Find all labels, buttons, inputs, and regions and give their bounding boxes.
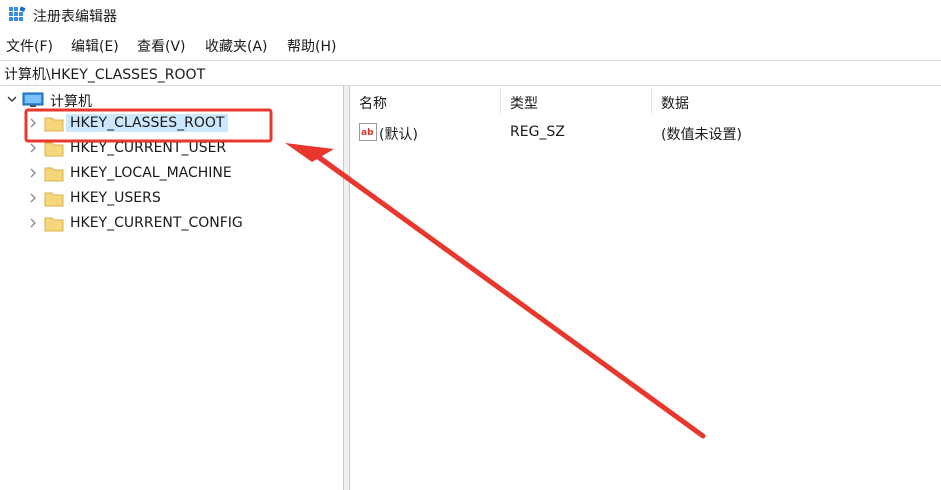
window-title: 注册表编辑器 <box>33 9 117 25</box>
tree-root-label: 计算机 <box>50 94 92 110</box>
menu-bar: 文件(F) 编辑(E) 查看(V) 收藏夹(A) 帮助(H) <box>0 32 941 58</box>
column-header-name[interactable]: 名称 <box>350 86 500 116</box>
folder-icon <box>44 217 64 232</box>
folder-icon <box>44 117 64 132</box>
pane-splitter[interactable] <box>343 86 350 490</box>
tree-pane: 计算机 HKEY_CLASSES_ROOT HKEY_CURRENT_USER … <box>0 86 343 490</box>
tree-item-label: HKEY_LOCAL_MACHINE <box>70 165 232 181</box>
registry-editor-icon <box>9 6 26 21</box>
tree-root[interactable]: 计算机 <box>0 89 340 111</box>
string-value-icon: ab <box>359 123 377 141</box>
value-name: (默认) <box>379 127 418 143</box>
chevron-right-icon[interactable] <box>27 167 39 179</box>
tree-item-hkey-current-user[interactable]: HKEY_CURRENT_USER <box>0 138 340 160</box>
folder-icon <box>44 192 64 207</box>
tree-item-label: HKEY_CURRENT_CONFIG <box>70 215 243 231</box>
address-path[interactable]: 计算机\HKEY_CLASSES_ROOT <box>4 64 205 84</box>
chevron-right-icon[interactable] <box>27 217 39 229</box>
chevron-right-icon[interactable] <box>27 142 39 154</box>
title-bar: 注册表编辑器 <box>0 0 941 30</box>
value-list: 名称 类型 数据 ab (默认) REG_SZ (数值未设置) <box>350 86 941 490</box>
column-header-data[interactable]: 数据 <box>652 86 941 116</box>
chevron-down-icon[interactable] <box>6 93 18 105</box>
tree-item-hkey-local-machine[interactable]: HKEY_LOCAL_MACHINE <box>0 163 340 185</box>
column-header-type[interactable]: 类型 <box>501 86 651 116</box>
menu-file[interactable]: 文件(F) <box>6 36 53 56</box>
computer-icon <box>22 92 44 107</box>
value-data: (数值未设置) <box>661 127 742 143</box>
tree-item-label: HKEY_CURRENT_USER <box>70 140 227 156</box>
tree-item-hkey-users[interactable]: HKEY_USERS <box>0 188 340 210</box>
folder-icon <box>44 167 64 182</box>
tree-item-hkey-current-config[interactable]: HKEY_CURRENT_CONFIG <box>0 213 340 235</box>
menu-help[interactable]: 帮助(H) <box>287 36 336 56</box>
folder-icon <box>44 142 64 157</box>
svg-text:ab: ab <box>361 128 374 138</box>
chevron-right-icon[interactable] <box>27 117 39 129</box>
column-header-type-label: 类型 <box>510 96 538 112</box>
menu-view[interactable]: 查看(V) <box>137 36 186 56</box>
menu-favorites[interactable]: 收藏夹(A) <box>205 36 268 56</box>
chevron-right-icon[interactable] <box>27 192 39 204</box>
tree-item-label: HKEY_USERS <box>70 190 161 206</box>
menu-edit[interactable]: 编辑(E) <box>71 36 119 56</box>
address-bar[interactable]: 计算机\HKEY_CLASSES_ROOT <box>0 60 941 86</box>
value-row[interactable]: ab (默认) REG_SZ (数值未设置) <box>350 122 941 144</box>
tree-item-label: HKEY_CLASSES_ROOT <box>66 114 229 132</box>
column-header-data-label: 数据 <box>661 96 689 112</box>
tree-item-hkey-classes-root[interactable]: HKEY_CLASSES_ROOT <box>0 113 340 135</box>
column-header-name-label: 名称 <box>359 96 387 112</box>
value-type: REG_SZ <box>510 124 565 140</box>
